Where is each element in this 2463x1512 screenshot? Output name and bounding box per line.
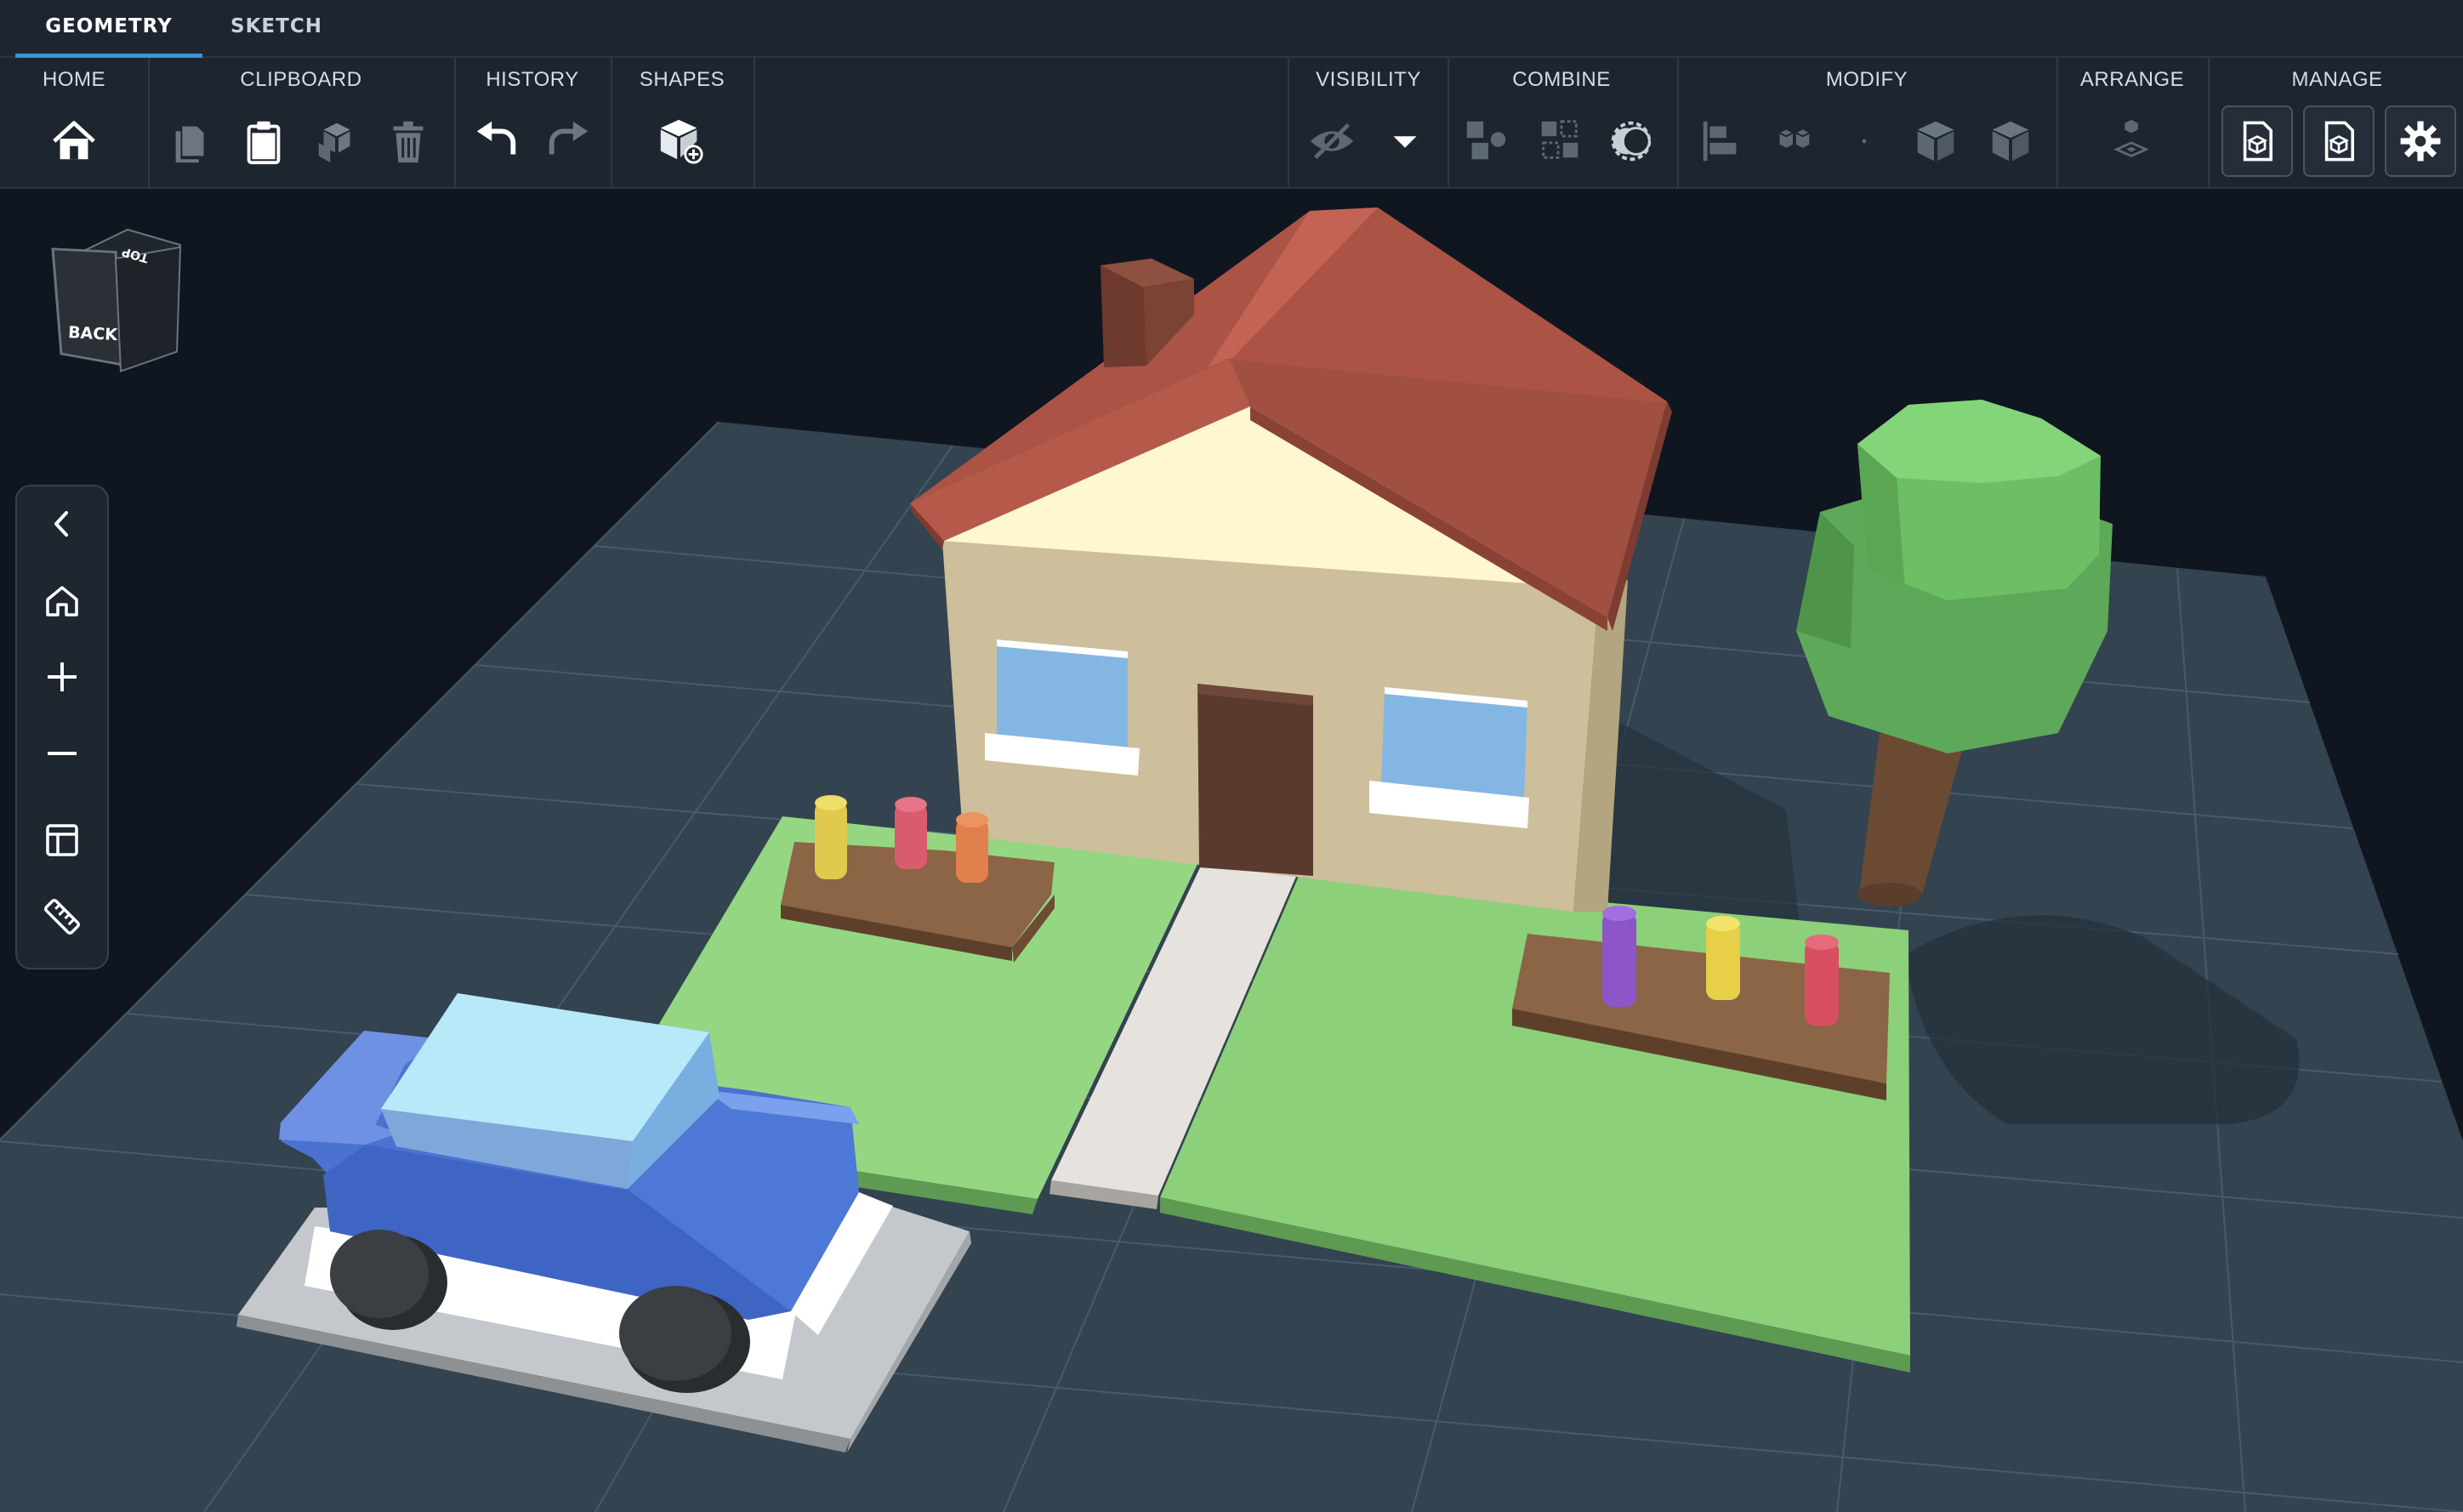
flower-yellow xyxy=(815,801,847,879)
copy-icon[interactable] xyxy=(163,114,218,168)
house-window-right xyxy=(1369,687,1529,828)
house-window-left xyxy=(985,639,1140,776)
redo-icon[interactable] xyxy=(541,114,595,168)
flower-yellow-right xyxy=(1706,922,1740,1000)
group-modify: MODIFY xyxy=(1677,58,2058,187)
paste-icon[interactable] xyxy=(236,114,291,168)
flower-red xyxy=(1805,941,1839,1026)
add-shape-icon[interactable] xyxy=(653,114,708,168)
zoom-out-icon[interactable] xyxy=(30,721,94,786)
tab-sketch[interactable]: SKETCH xyxy=(213,0,340,56)
dropdown-icon[interactable] xyxy=(1378,114,1432,168)
group-label-clipboard: CLIPBOARD xyxy=(240,68,362,91)
flower-orange xyxy=(956,818,988,883)
duplicate-icon[interactable] xyxy=(310,114,364,168)
scene-canvas[interactable] xyxy=(0,189,2463,1512)
view-cube-front-label: BACK xyxy=(68,323,119,344)
mirror-icon[interactable] xyxy=(1908,114,1963,168)
home-icon[interactable] xyxy=(47,114,101,168)
collapse-icon[interactable] xyxy=(30,492,94,556)
group-arrange: ARRANGE xyxy=(2056,58,2210,187)
flower-purple xyxy=(1602,912,1636,1007)
group-history: HISTORY xyxy=(454,58,612,187)
group-label-modify: MODIFY xyxy=(1825,68,1908,91)
3d-viewport[interactable]: TOP BACK xyxy=(0,189,2463,1512)
group-clipboard: CLIPBOARD xyxy=(148,58,456,187)
scale-icon[interactable] xyxy=(1983,114,2038,168)
settings-icon[interactable] xyxy=(2385,105,2456,177)
arrange-icon[interactable] xyxy=(2104,114,2159,168)
flower-pink xyxy=(895,803,927,869)
group-visibility: VISIBILITY xyxy=(1288,58,1449,187)
ribbon-toolbar: HOME CLIPBOARD HISTORY SHAPES VISIBILITY… xyxy=(0,58,2463,189)
group-combine: COMBINE xyxy=(1446,58,1679,187)
home-view-icon[interactable] xyxy=(30,568,94,633)
intersect-icon[interactable] xyxy=(1604,114,1658,168)
pattern-icon[interactable] xyxy=(1766,114,1820,168)
hide-icon[interactable] xyxy=(1305,114,1359,168)
group-label-shapes: SHAPES xyxy=(639,68,725,91)
group-shapes: SHAPES xyxy=(611,58,755,187)
group-label-manage: MANAGE xyxy=(2291,68,2383,91)
view-cube[interactable]: TOP BACK xyxy=(43,216,196,386)
group-label-history: HISTORY xyxy=(486,68,579,91)
tab-geometry[interactable]: GEOMETRY xyxy=(15,0,202,58)
view-navigation-panel xyxy=(15,485,109,969)
undo-icon[interactable] xyxy=(469,114,524,168)
group-home: HOME xyxy=(0,58,150,187)
top-tab-bar: GEOMETRY SKETCH xyxy=(0,0,2463,58)
delete-icon[interactable] xyxy=(381,114,435,168)
union-icon[interactable] xyxy=(1459,114,1514,168)
group-label-visibility: VISIBILITY xyxy=(1316,68,1421,91)
group-manage: MANAGE xyxy=(2208,58,2463,187)
group-label-arrange: ARRANGE xyxy=(2079,68,2185,91)
export-icon[interactable] xyxy=(2303,105,2375,177)
dot-icon[interactable] xyxy=(1837,114,1891,168)
group-label-combine: COMBINE xyxy=(1512,68,1611,91)
ruler-icon[interactable] xyxy=(30,884,94,949)
house-door xyxy=(1197,684,1313,876)
subtract-icon[interactable] xyxy=(1533,114,1587,168)
layout-icon[interactable] xyxy=(30,808,94,873)
zoom-in-icon[interactable] xyxy=(30,645,94,709)
align-icon[interactable] xyxy=(1694,114,1749,168)
import-icon[interactable] xyxy=(2221,105,2293,177)
group-label-home: HOME xyxy=(43,68,105,91)
